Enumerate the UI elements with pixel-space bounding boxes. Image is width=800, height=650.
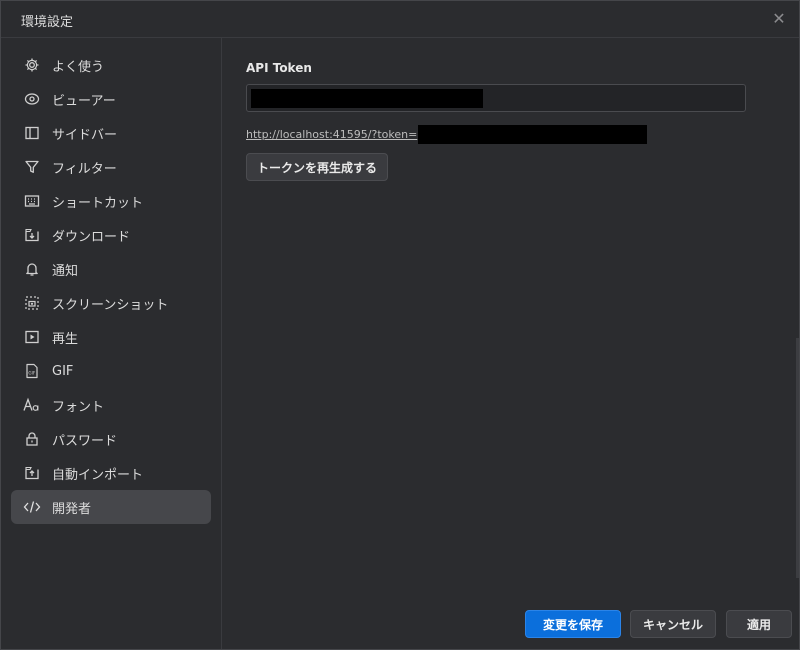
title-bar: 環境設定 ✕: [1, 1, 799, 38]
import-icon: [23, 464, 41, 482]
filter-icon: [23, 158, 41, 176]
svg-text:GIF: GIF: [28, 371, 35, 376]
close-icon[interactable]: ✕: [769, 9, 789, 29]
keyboard-icon: [23, 192, 41, 210]
sidebar-item-viewer[interactable]: ビューアー: [11, 82, 211, 116]
sidebar-item-password[interactable]: パスワード: [11, 422, 211, 456]
sidebar-item-download[interactable]: ダウンロード: [11, 218, 211, 252]
cancel-button[interactable]: キャンセル: [630, 610, 716, 638]
sidebar-item-label: 再生: [52, 331, 79, 347]
settings-nav: よく使う ビューアー サイドバー フィルター ショートカット ダウンロード 通知…: [11, 48, 211, 524]
sidebar-item-label: 通知: [52, 263, 79, 279]
gear-icon: [23, 56, 41, 74]
sidebar-item-favorites[interactable]: よく使う: [11, 48, 211, 82]
sidebar-item-developer[interactable]: 開発者: [11, 490, 211, 524]
api-url-line: http://localhost:41595/?token=: [246, 124, 648, 144]
api-token-field[interactable]: [246, 84, 746, 112]
apply-button[interactable]: 適用: [726, 610, 792, 638]
sidebar-item-label: ショートカット: [52, 195, 144, 211]
sidebar-item-label: フィルター: [52, 161, 117, 177]
sidebar-item-label: ビューアー: [52, 93, 116, 109]
sidebar-item-label: 開発者: [52, 501, 92, 517]
eye-icon: [23, 90, 41, 108]
sidebar-item-gif[interactable]: GIF GIF: [11, 354, 211, 388]
sidebar-item-sidebar[interactable]: サイドバー: [11, 116, 211, 150]
sidebar-item-playback[interactable]: 再生: [11, 320, 211, 354]
api-token-label: API Token: [246, 61, 312, 75]
sidebar-item-filter[interactable]: フィルター: [11, 150, 211, 184]
gif-icon: GIF: [23, 362, 41, 380]
redacted-url-token: [418, 124, 648, 144]
regenerate-token-button[interactable]: トークンを再生成する: [246, 153, 388, 181]
sidebar-item-label: よく使う: [52, 59, 105, 75]
play-icon: [23, 328, 41, 346]
screenshot-icon: [23, 294, 41, 312]
sidebar-item-label: 自動インポート: [52, 467, 144, 483]
developer-settings-panel: API Token http://localhost:41595/?token=…: [222, 38, 799, 649]
sidebar: よく使う ビューアー サイドバー フィルター ショートカット ダウンロード 通知…: [1, 38, 222, 649]
sidebar-icon: [23, 124, 41, 142]
preferences-window: 環境設定 ✕ よく使う ビューアー サイドバー フィルター ショートカット ダウ…: [0, 0, 800, 650]
sidebar-item-auto-import[interactable]: 自動インポート: [11, 456, 211, 490]
download-icon: [23, 226, 41, 244]
sidebar-item-label: GIF: [52, 363, 74, 379]
sidebar-item-label: フォント: [52, 399, 105, 415]
sidebar-item-label: サイドバー: [52, 127, 118, 143]
window-title: 環境設定: [21, 15, 74, 30]
sidebar-item-font[interactable]: フォント: [11, 388, 211, 422]
api-url-link[interactable]: http://localhost:41595/?token=: [246, 128, 417, 141]
sidebar-item-label: ダウンロード: [52, 229, 131, 245]
lock-icon: [23, 430, 41, 448]
save-changes-button[interactable]: 変更を保存: [525, 610, 621, 638]
sidebar-item-label: スクリーンショット: [52, 297, 169, 313]
sidebar-item-screenshot[interactable]: スクリーンショット: [11, 286, 211, 320]
scrollbar[interactable]: [796, 338, 799, 578]
sidebar-item-label: パスワード: [52, 433, 118, 449]
font-icon: [23, 396, 41, 414]
bell-icon: [23, 260, 41, 278]
code-icon: [23, 498, 41, 516]
redacted-token-value: [251, 89, 483, 108]
sidebar-item-shortcuts[interactable]: ショートカット: [11, 184, 211, 218]
sidebar-item-notifications[interactable]: 通知: [11, 252, 211, 286]
